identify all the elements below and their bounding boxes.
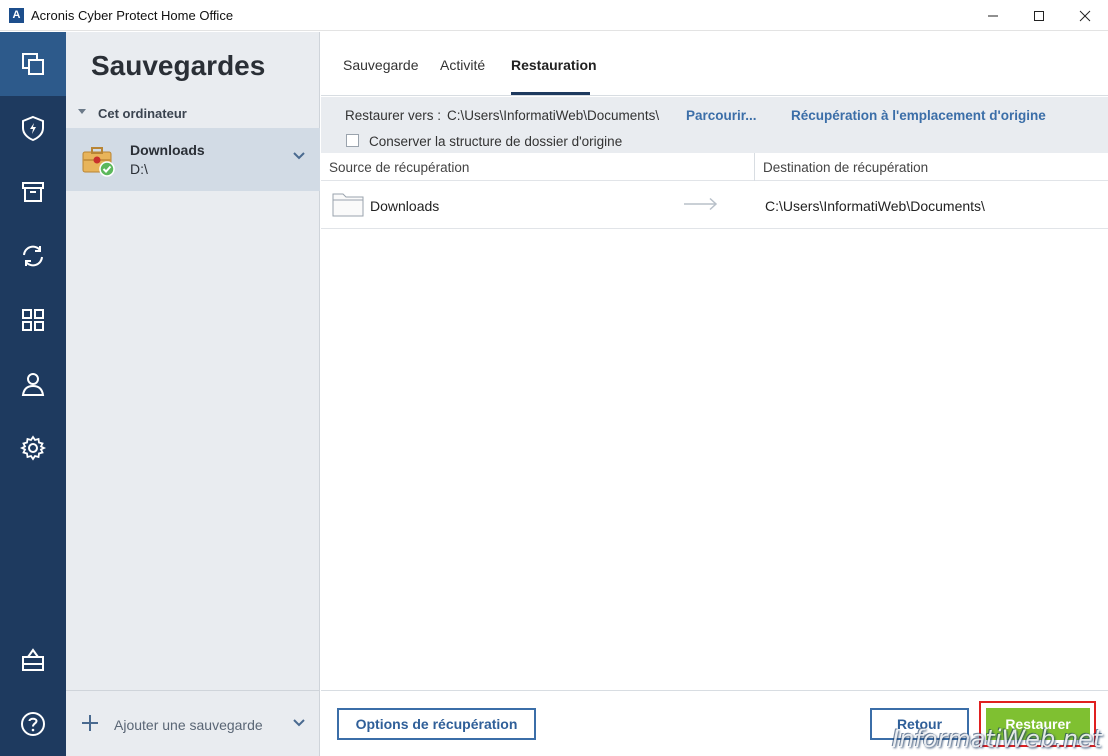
app-logo-icon: A [9, 8, 24, 23]
nav-store[interactable] [0, 628, 66, 692]
close-icon [1079, 10, 1091, 21]
caret-down-icon [78, 109, 86, 114]
minimize-icon [988, 15, 998, 16]
table-row[interactable]: Downloads C:\Users\InformatiWeb\Document… [321, 181, 1108, 229]
keep-structure-label: Conserver la structure de dossier d'orig… [369, 134, 623, 149]
browse-link[interactable]: Parcourir... [686, 108, 757, 123]
backups-panel: Sauvegardes Cet ordinateur Downloads D:\… [66, 32, 320, 756]
add-backup-row[interactable]: Ajouter une sauvegarde [66, 690, 320, 756]
nav-help[interactable] [0, 692, 66, 756]
shopping-bag-icon [22, 648, 44, 671]
maximize-button[interactable] [1016, 0, 1062, 31]
tab-bar: Sauvegarde Activité Restauration [321, 32, 1108, 96]
nav-protection[interactable] [0, 96, 66, 160]
tab-restauration[interactable]: Restauration [511, 57, 597, 73]
column-divider[interactable] [754, 153, 755, 181]
maximize-icon [1034, 10, 1044, 21]
nav-rail [0, 32, 66, 756]
folder-icon [332, 193, 364, 217]
row-destination: C:\Users\InformatiWeb\Documents\ [765, 198, 985, 214]
briefcase-ok-icon [82, 147, 115, 177]
restore-to-label: Restaurer vers : [345, 108, 442, 123]
group-header[interactable]: Cet ordinateur [66, 104, 320, 126]
active-tab-indicator [511, 92, 590, 95]
gear-icon [19, 435, 47, 461]
plus-icon [82, 715, 98, 731]
nav-archive[interactable] [0, 160, 66, 224]
nav-settings[interactable] [0, 416, 66, 480]
close-button[interactable] [1062, 0, 1108, 31]
help-icon [21, 712, 45, 736]
tab-sauvegarde[interactable]: Sauvegarde [343, 57, 419, 73]
title-bar: A Acronis Cyber Protect Home Office [0, 0, 1108, 31]
watermark: InformatiWeb.net [892, 725, 1103, 753]
add-backup-label: Ajouter une sauvegarde [114, 717, 263, 733]
minimize-button[interactable] [970, 0, 1016, 31]
group-label: Cet ordinateur [98, 106, 187, 121]
grid-icon [22, 309, 44, 331]
arrow-right-icon [684, 197, 718, 211]
original-location-link[interactable]: Récupération à l'emplacement d'origine [791, 108, 1046, 123]
backup-item-downloads[interactable]: Downloads D:\ [66, 128, 320, 191]
backup-name: Downloads [130, 142, 205, 158]
source-column-header[interactable]: Source de récupération [329, 160, 469, 175]
sync-icon [23, 245, 43, 267]
nav-sync[interactable] [0, 224, 66, 288]
backup-copies-icon [22, 53, 44, 75]
destination-column-header[interactable]: Destination de récupération [763, 160, 928, 175]
recovery-options-button[interactable]: Options de récupération [337, 708, 536, 740]
nav-dashboard[interactable] [0, 288, 66, 352]
panel-title: Sauvegardes [91, 50, 266, 81]
backup-path: D:\ [130, 161, 148, 177]
user-icon [21, 373, 45, 396]
chevron-down-icon[interactable] [293, 152, 305, 160]
window-title: Acronis Cyber Protect Home Office [31, 8, 234, 23]
restore-target-bar: Restaurer vers : C:\Users\InformatiWeb\D… [321, 97, 1108, 153]
keep-structure-checkbox[interactable] [346, 134, 359, 147]
archive-icon [22, 182, 44, 202]
restore-to-path: C:\Users\InformatiWeb\Documents\ [447, 108, 660, 123]
nav-backup[interactable] [0, 32, 66, 96]
row-source: Downloads [370, 198, 440, 214]
shield-icon [22, 115, 44, 142]
chevron-down-icon[interactable] [293, 719, 305, 727]
tab-activite[interactable]: Activité [440, 57, 485, 73]
grid-header: Source de récupération Destination de ré… [321, 153, 1108, 181]
nav-account[interactable] [0, 352, 66, 416]
